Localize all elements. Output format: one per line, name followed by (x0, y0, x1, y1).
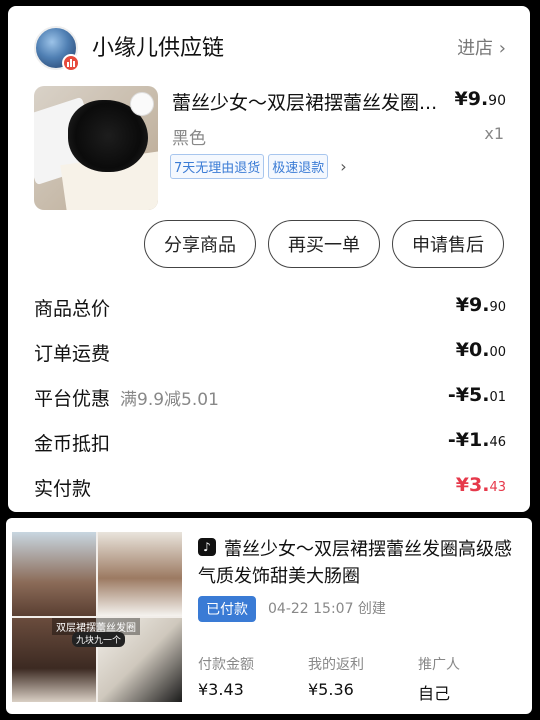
summary-row-coin-deduct: 金币抵扣 -¥1.46 (34, 429, 506, 455)
after-sales-button[interactable]: 申请售后 (392, 220, 504, 268)
summary-row-goods-total: 商品总价 ¥9.90 (34, 294, 506, 320)
service-tags[interactable]: 7天无理由退货 极速退款 › (170, 154, 347, 179)
status-badge: 已付款 (198, 596, 256, 622)
product-title[interactable]: 蕾丝少女～双层裙摆蕾丝发圈... (172, 88, 442, 115)
paid-amount: ¥3.43 (455, 474, 506, 496)
summary-row-paid: 实付款 ¥3.43 (34, 474, 506, 500)
chevron-right-icon: › (498, 38, 506, 59)
share-product-button[interactable]: 分享商品 (144, 220, 256, 268)
product-image[interactable] (34, 86, 158, 210)
price-summary: 商品总价 ¥9.90 订单运费 ¥0.00 平台优惠 满9.9减5.01 -¥5.… (34, 288, 506, 512)
order-stats: 付款金额 ¥3.43 我的返利 ¥5.36 推广人 自己 (198, 654, 528, 704)
summary-row-platform-discount: 平台优惠 满9.9减5.01 -¥5.01 (34, 384, 506, 410)
tag-return: 7天无理由退货 (170, 154, 265, 179)
image-caption-price: 九块九一个 (72, 632, 126, 647)
enter-store-link[interactable]: 进店 › (457, 34, 506, 60)
stat-payment: 付款金额 ¥3.43 (198, 657, 254, 699)
order-list-card[interactable]: 双层裙摆蕾丝发圈 九块九一个 ♪ 蕾丝少女～双层裙摆蕾丝发圈高级感气质发饰甜美大… (6, 518, 532, 714)
store-header[interactable]: 小缘儿供应链 进店 › (32, 24, 506, 74)
stat-rebate: 我的返利 ¥5.36 (308, 657, 364, 699)
store-badge-icon (62, 54, 80, 72)
buy-again-button[interactable]: 再买一单 (268, 220, 380, 268)
product-variant: 黑色 (172, 129, 206, 149)
order-product-image[interactable]: 双层裙摆蕾丝发圈 九块九一个 (12, 532, 182, 702)
order-detail-card: 小缘儿供应链 进店 › 蕾丝少女～双层裙摆蕾丝发圈... ¥9.90 黑色 x1… (8, 6, 530, 512)
chevron-right-icon[interactable]: › (340, 157, 346, 176)
discount-note: 满9.9减5.01 (120, 390, 219, 410)
summary-row-shipping: 订单运费 ¥0.00 (34, 339, 506, 365)
tag-refund: 极速退款 (268, 154, 329, 179)
store-name: 小缘儿供应链 (92, 36, 225, 61)
order-product-title[interactable]: 蕾丝少女～双层裙摆蕾丝发圈高级感气质发饰甜美大肠圈 (198, 536, 524, 590)
product-quantity: x1 (484, 124, 504, 143)
action-buttons: 分享商品 再买一单 申请售后 (144, 220, 504, 268)
stat-promoter: 推广人 自己 (418, 657, 460, 703)
created-time: 04-22 15:07 创建 (268, 601, 386, 617)
product-price: ¥9.90 (454, 88, 507, 110)
